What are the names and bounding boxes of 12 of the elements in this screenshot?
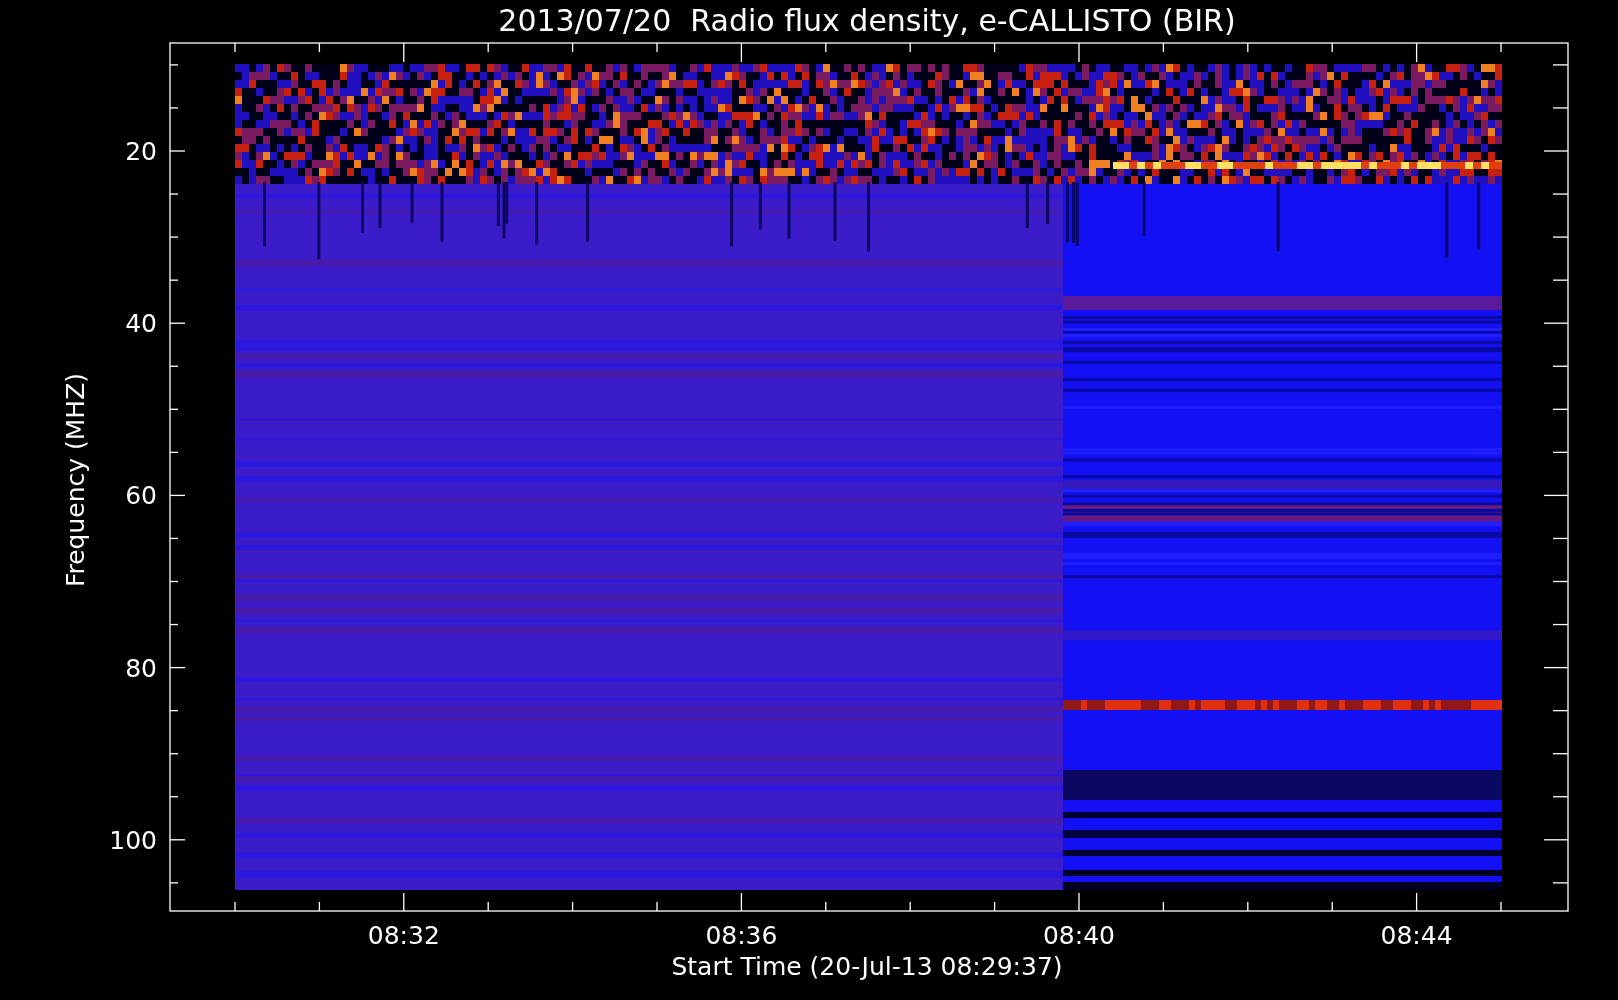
x-axis-label: Start Time (20-Jul-13 08:29:37) [671,952,1063,981]
x-tick-label: 08:40 [1043,921,1115,950]
y-tick-label: 80 [125,653,157,683]
y-tick-label: 20 [125,137,157,166]
x-tick-label: 08:44 [1380,921,1453,950]
y-tick-label: 60 [125,481,157,511]
x-tick-label: 08:36 [705,921,778,950]
x-tick-label: 08:32 [367,921,440,950]
chart-title: 2013/07/20 Radio flux density, e-CALLISTO (BIR) [498,3,1236,38]
y-axis-label: Frequency (MHZ) [61,372,90,588]
y-tick-label: 40 [125,309,157,339]
y-tick-label: 100 [109,825,157,855]
